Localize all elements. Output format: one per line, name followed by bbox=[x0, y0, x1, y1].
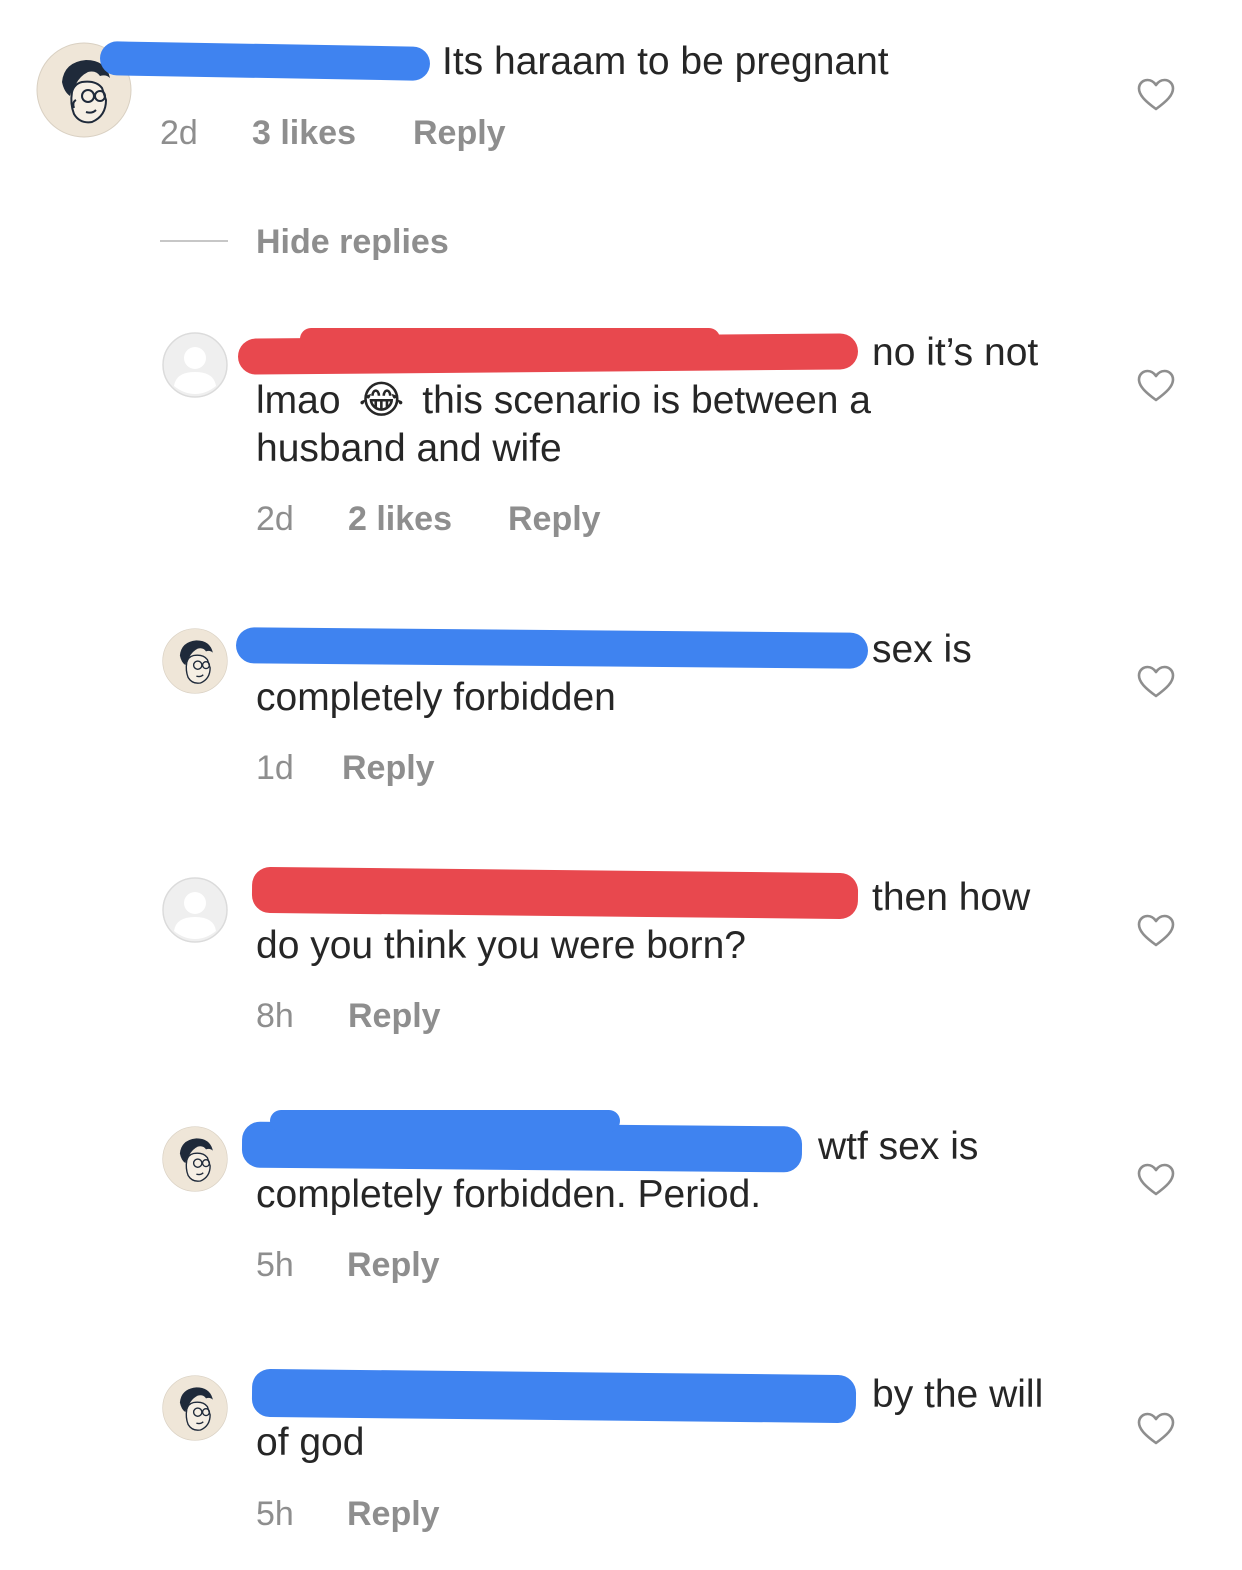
avatar[interactable] bbox=[162, 332, 228, 398]
heart-outline-icon bbox=[1137, 914, 1175, 947]
reply-time: 8h bbox=[256, 997, 294, 1035]
like-button[interactable] bbox=[1137, 369, 1175, 403]
reply-time: 5h bbox=[256, 1246, 294, 1284]
reply-button[interactable]: Reply bbox=[347, 1245, 440, 1285]
heart-outline-icon bbox=[1137, 665, 1175, 698]
default-avatar-icon bbox=[162, 877, 228, 943]
redacted-username bbox=[251, 866, 859, 920]
heart-outline-icon bbox=[1137, 1412, 1175, 1445]
reply-time: 2d bbox=[256, 500, 294, 538]
reply-text-line-2: completely forbidden. Period. bbox=[256, 1173, 762, 1216]
reply-time: 5h bbox=[256, 1495, 294, 1533]
likes-count[interactable]: 3 likes bbox=[252, 113, 356, 153]
comment-time: 2d bbox=[160, 114, 198, 152]
reply-button[interactable]: Reply bbox=[348, 996, 441, 1036]
reply-button[interactable]: Reply bbox=[413, 113, 506, 153]
reply-text-part: this scenario is between a bbox=[422, 379, 871, 422]
heart-outline-icon bbox=[1137, 369, 1175, 402]
cartoon-avatar-icon bbox=[162, 1375, 228, 1441]
reply-text-line-2: completely forbidden bbox=[256, 676, 616, 719]
like-button[interactable] bbox=[1137, 1163, 1175, 1197]
redacted-username bbox=[300, 328, 720, 350]
reply-text-line-1: no it’s not bbox=[872, 331, 1039, 374]
reply-text-line-1: sex is bbox=[872, 628, 972, 671]
comment-text: Its haraam to be pregnant bbox=[442, 40, 889, 83]
hide-replies-label: Hide replies bbox=[256, 223, 449, 261]
redacted-username bbox=[235, 627, 869, 669]
reply-text-line-1: then how bbox=[872, 876, 1031, 919]
avatar[interactable] bbox=[162, 877, 228, 943]
reply-text-line-2: of god bbox=[256, 1421, 365, 1464]
redacted-username bbox=[270, 1110, 620, 1132]
reply-time: 1d bbox=[256, 749, 294, 787]
avatar[interactable] bbox=[162, 1375, 228, 1441]
reply-button[interactable]: Reply bbox=[342, 748, 435, 788]
reply-button[interactable]: Reply bbox=[508, 499, 601, 539]
reply-text-part: lmao bbox=[256, 379, 341, 422]
reply-text-line-2: lmao 😂 this scenario is between a bbox=[256, 377, 871, 425]
like-button[interactable] bbox=[1137, 914, 1175, 948]
reply-text-line-3: husband and wife bbox=[256, 427, 562, 470]
heart-outline-icon bbox=[1137, 78, 1175, 111]
reply-button[interactable]: Reply bbox=[347, 1494, 440, 1534]
reply-text-line-1: by the will bbox=[872, 1373, 1044, 1416]
redacted-username bbox=[251, 1368, 857, 1424]
cartoon-avatar-icon bbox=[162, 628, 228, 694]
avatar[interactable] bbox=[162, 628, 228, 694]
reply-text-line-1: wtf sex is bbox=[818, 1125, 979, 1168]
avatar[interactable] bbox=[162, 1126, 228, 1192]
tears-of-joy-emoji-icon: 😂 bbox=[358, 378, 405, 423]
default-avatar-icon bbox=[162, 332, 228, 398]
redacted-username bbox=[99, 41, 431, 81]
reply-text-line-2: do you think you were born? bbox=[256, 924, 746, 967]
divider bbox=[160, 240, 228, 242]
cartoon-avatar-icon bbox=[162, 1126, 228, 1192]
likes-count[interactable]: 2 likes bbox=[348, 499, 452, 539]
like-button[interactable] bbox=[1137, 665, 1175, 699]
like-button[interactable] bbox=[1137, 1412, 1175, 1446]
like-button[interactable] bbox=[1137, 78, 1175, 112]
heart-outline-icon bbox=[1137, 1163, 1175, 1196]
